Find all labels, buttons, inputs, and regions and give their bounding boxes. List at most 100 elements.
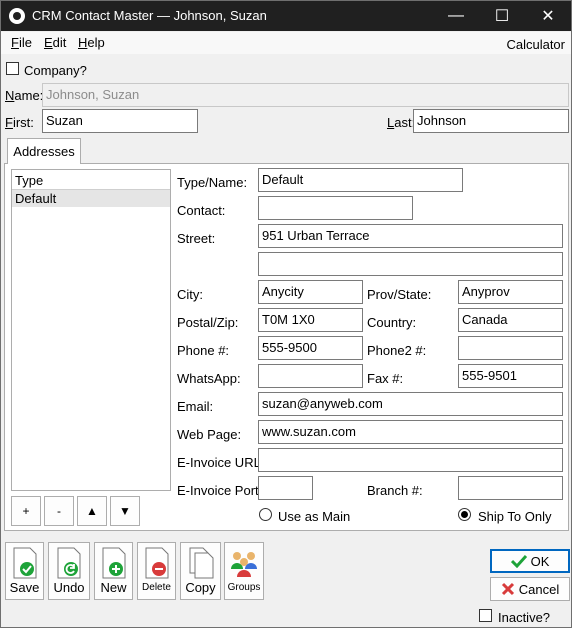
name-field: Johnson, Suzan	[42, 83, 569, 107]
last-name-input[interactable]: Johnson	[413, 109, 569, 133]
name-label-text: ame:	[14, 88, 44, 103]
cancel-label: Cancel	[518, 581, 560, 597]
undo-icon	[57, 547, 81, 579]
inactive-label: Inactive?	[498, 610, 551, 625]
branch-label: Branch #:	[367, 483, 423, 498]
phone2-input[interactable]	[458, 336, 563, 360]
name-accel: N	[5, 88, 15, 103]
first-label-text: irst:	[12, 115, 34, 130]
street-input[interactable]: 951 Urban Terrace	[258, 224, 563, 248]
city-input[interactable]: Anycity	[258, 280, 363, 304]
phone-input[interactable]: 555-9500	[258, 336, 363, 360]
contact-input[interactable]	[258, 196, 413, 220]
groups-icon	[231, 552, 257, 577]
new-icon	[102, 547, 125, 579]
add-address-button[interactable]: +	[11, 496, 41, 526]
maximize-button[interactable]: ☐	[479, 1, 525, 31]
contact-master-window: CRM Contact Master — Johnson, Suzan — ☐ …	[0, 0, 572, 628]
country-input[interactable]: Canada	[458, 308, 563, 332]
menu-edit-accel: E	[44, 35, 53, 50]
copy-label: Copy	[185, 580, 216, 595]
list-item[interactable]: Default	[12, 190, 170, 207]
move-up-button[interactable]: ▲	[77, 496, 107, 526]
close-icon: ✕	[541, 8, 555, 25]
x-icon	[501, 582, 514, 596]
minus-icon: -	[57, 504, 61, 518]
delete-label: Delete	[142, 582, 171, 593]
menu-help[interactable]: Help	[78, 35, 105, 50]
save-icon	[13, 547, 36, 579]
inactive-checkbox[interactable]	[479, 609, 492, 622]
undo-label: Undo	[53, 580, 85, 595]
first-name-input[interactable]: Suzan	[42, 109, 198, 133]
einvoice-port-input[interactable]	[258, 476, 313, 500]
menu-bar: File Edit Help Calculator	[1, 32, 571, 54]
cancel-button[interactable]: Cancel	[490, 577, 570, 601]
contact-label: Contact:	[177, 203, 226, 218]
save-button[interactable]: Save	[5, 542, 44, 600]
ship-to-only-radio[interactable]	[458, 508, 471, 521]
menu-file-accel: F	[11, 35, 19, 50]
einvoice-url-input[interactable]	[258, 448, 563, 472]
remove-address-button[interactable]: -	[44, 496, 74, 526]
list-column-header: Type	[12, 170, 170, 190]
ok-label: OK	[530, 553, 550, 569]
minimize-icon: —	[448, 7, 464, 24]
copy-button[interactable]: Copy	[180, 542, 221, 600]
ship-to-only-label: Ship To Only	[478, 509, 552, 524]
menu-file[interactable]: File	[11, 35, 32, 50]
whatsapp-label: WhatsApp:	[177, 371, 241, 386]
groups-button[interactable]: Groups	[224, 542, 264, 600]
menu-file-label: ile	[18, 35, 32, 50]
title-bar: CRM Contact Master — Johnson, Suzan — ☐ …	[1, 1, 571, 31]
check-icon	[510, 554, 527, 568]
new-button[interactable]: New	[94, 542, 133, 600]
einvoice-url-label: E-Invoice URL:	[177, 455, 265, 470]
ok-button[interactable]: OK	[490, 549, 570, 573]
delete-icon	[145, 547, 168, 579]
country-label: Country:	[367, 315, 417, 330]
close-button[interactable]: ✕	[525, 1, 571, 31]
maximize-icon: ☐	[494, 8, 510, 25]
company-label: Company?	[24, 63, 87, 78]
email-input[interactable]: suzan@anyweb.com	[258, 392, 563, 416]
save-label: Save	[9, 580, 40, 595]
app-icon	[9, 8, 25, 24]
type-name-input[interactable]: Default	[258, 168, 463, 192]
tab-addresses[interactable]: Addresses	[7, 138, 81, 164]
address-type-list[interactable]: Type Default	[11, 169, 171, 491]
use-as-main-radio[interactable]	[259, 508, 272, 521]
prov-input[interactable]: Anyprov	[458, 280, 563, 304]
menu-help-label: elp	[87, 35, 105, 50]
undo-button[interactable]: Undo	[48, 542, 90, 600]
email-label: Email:	[177, 399, 214, 414]
new-label: New	[100, 580, 127, 595]
city-label: City:	[177, 287, 203, 302]
company-checkbox[interactable]	[6, 62, 19, 75]
first-accel: F	[5, 115, 13, 130]
postal-input[interactable]: T0M 1X0	[258, 308, 363, 332]
minimize-button[interactable]: —	[433, 1, 479, 31]
name-label: Name:	[5, 88, 43, 103]
prov-label: Prov/State:	[367, 287, 432, 302]
web-page-input[interactable]: www.suzan.com	[258, 420, 563, 444]
menu-edit[interactable]: Edit	[44, 35, 66, 50]
menu-help-accel: H	[78, 35, 88, 50]
copy-icon	[189, 547, 213, 579]
fax-input[interactable]: 555-9501	[458, 364, 563, 388]
street2-input[interactable]	[258, 252, 563, 276]
branch-input[interactable]	[458, 476, 563, 500]
calculator-link[interactable]: Calculator	[506, 37, 565, 52]
delete-button[interactable]: Delete	[137, 542, 176, 600]
plus-icon: +	[22, 504, 30, 518]
window-title: CRM Contact Master — Johnson, Suzan	[32, 8, 267, 23]
move-down-button[interactable]: ▼	[110, 496, 140, 526]
arrow-down-icon: ▼	[119, 504, 131, 518]
use-as-main-label: Use as Main	[278, 509, 351, 524]
menu-edit-label: dit	[52, 35, 67, 50]
web-page-label: Web Page:	[177, 427, 242, 442]
arrow-up-icon: ▲	[86, 504, 98, 518]
street-label: Street:	[177, 231, 216, 246]
first-label: First:	[5, 115, 34, 130]
whatsapp-input[interactable]	[258, 364, 363, 388]
